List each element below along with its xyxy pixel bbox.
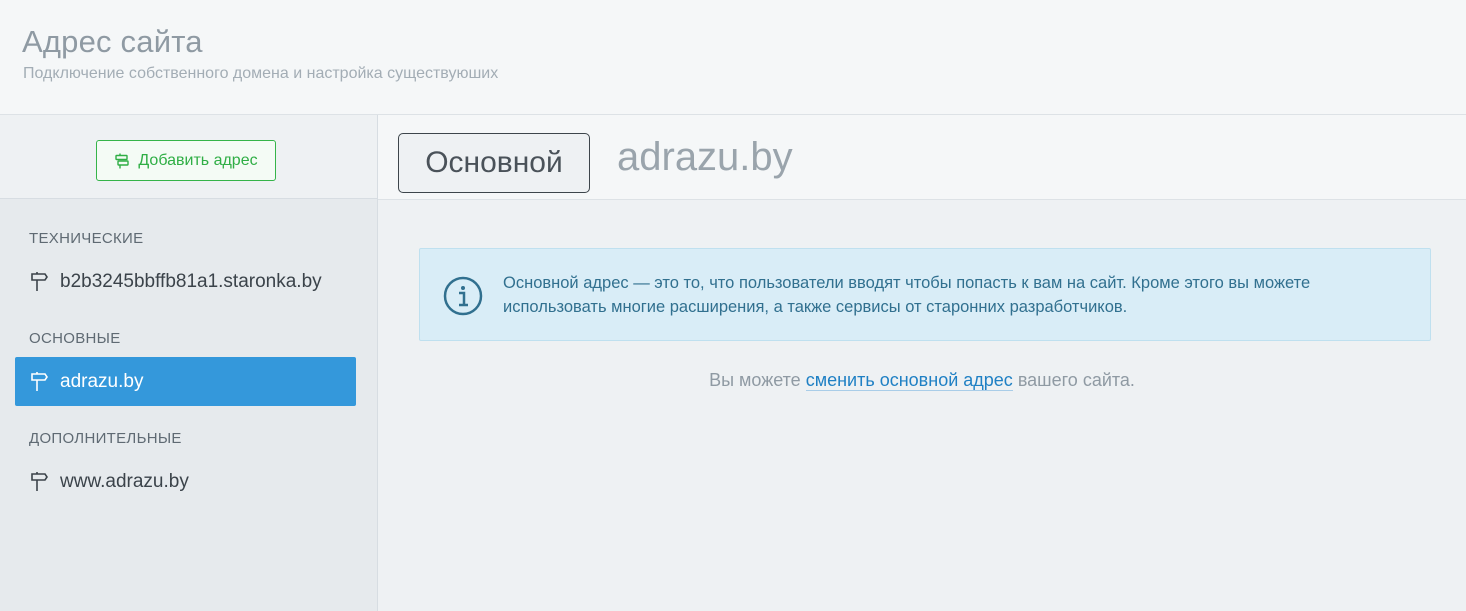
change-primary-hint: Вы можете сменить основной адрес вашего …	[378, 370, 1466, 391]
sidebar: Добавить адрес ТЕХНИЧЕСКИЕ b2b3245bbffb8…	[0, 115, 378, 611]
add-address-button-label: Добавить адрес	[138, 151, 258, 169]
page-header: Адрес сайта Подключение собственного дом…	[0, 0, 1466, 115]
info-text: Основной адрес — это то, что пользовател…	[503, 274, 1311, 316]
signpost-icon	[31, 471, 48, 491]
group-label-main: ОСНОВНЫЕ	[29, 330, 121, 347]
group-label-additional: ДОПОЛНИТЕЛЬНЫЕ	[29, 430, 182, 447]
main-panel: Основной adrazu.by Основной адрес — это …	[378, 115, 1466, 611]
domain-item-label: b2b3245bbffb81a1.staronka.by	[60, 270, 322, 292]
main-header: Основной adrazu.by	[378, 115, 1466, 200]
info-circle-icon	[443, 276, 483, 316]
sidebar-toolbar: Добавить адрес	[0, 115, 377, 199]
info-alert: Основной адрес — это то, что пользовател…	[419, 248, 1431, 341]
signpost-icon	[31, 271, 48, 291]
add-address-button[interactable]: Добавить адрес	[96, 140, 276, 181]
hint-prefix: Вы можете	[709, 370, 801, 390]
change-primary-address-link[interactable]: сменить основной адрес	[805, 370, 1013, 391]
primary-tag: Основной	[398, 133, 590, 193]
domain-item-label: adrazu.by	[60, 370, 144, 392]
domain-item-label: www.adrazu.by	[60, 470, 189, 492]
domain-item-technical[interactable]: b2b3245bbffb81a1.staronka.by	[15, 257, 356, 306]
page: Адрес сайта Подключение собственного дом…	[0, 0, 1466, 611]
group-label-technical: ТЕХНИЧЕСКИЕ	[29, 230, 144, 247]
hint-suffix: вашего сайта.	[1017, 370, 1135, 390]
domain-item-main[interactable]: adrazu.by	[15, 357, 356, 406]
selected-domain: adrazu.by	[617, 135, 793, 179]
domain-item-additional[interactable]: www.adrazu.by	[15, 457, 356, 506]
page-title: Адрес сайта	[22, 24, 203, 59]
page-subtitle: Подключение собственного домена и настро…	[23, 65, 499, 82]
signpost-icon	[31, 371, 48, 391]
signpost-icon	[115, 153, 130, 168]
